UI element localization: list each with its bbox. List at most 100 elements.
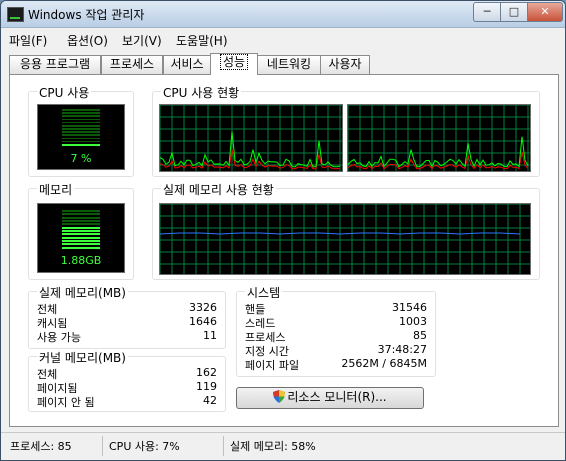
cpu-usage-value: 7 % xyxy=(70,152,92,165)
cpu-history-graph-core1 xyxy=(159,104,343,172)
cpu-meter-bars xyxy=(62,109,100,147)
system-handles-value: 31546 xyxy=(392,301,427,314)
system-label: 시스템 xyxy=(245,284,283,301)
kernel-memory-paged-label: 페이지됨 xyxy=(37,382,78,395)
meter-segment xyxy=(62,236,100,239)
physical-memory-cached-label: 캐시됨 xyxy=(37,317,68,330)
physical-memory-group: 실제 메모리(MB) 전체 3326 캐시됨 1646 사용 가능 11 xyxy=(28,284,226,349)
memory-history-group: 실제 메모리 사용 현황 xyxy=(152,181,540,280)
memory-group: 메모리 1.88GB xyxy=(28,181,134,280)
meter-segment xyxy=(62,243,100,246)
memory-label: 메모리 xyxy=(37,181,75,198)
memory-value: 1.88GB xyxy=(60,254,102,267)
resource-monitor-button-label: 리소스 모니터(R)... xyxy=(287,390,387,404)
meter-segment xyxy=(62,134,100,137)
memory-meter-bars xyxy=(62,210,100,250)
physical-memory-cached-value: 1646 xyxy=(189,315,217,328)
system-group: 시스템 핸들 31546 스레드 1003 프로세스 85 지정 시간 37:4… xyxy=(236,284,436,377)
physical-memory-total-label: 전체 xyxy=(37,303,58,316)
system-pagefile-value: 2562M / 6845M xyxy=(341,357,427,370)
maximize-button[interactable]: □ xyxy=(500,2,528,22)
tab-performance[interactable]: 성능 xyxy=(210,53,258,75)
meter-segment xyxy=(62,118,100,121)
resource-monitor-button[interactable]: 리소스 모니터(R)... xyxy=(236,387,424,409)
menu-file[interactable]: 파일(F) xyxy=(9,32,47,49)
meter-segment xyxy=(62,124,100,127)
system-processes-label: 프로세스 xyxy=(245,331,286,344)
task-manager-window: Windows 작업 관리자 ─ □ ✕ 파일(F) 옵션(O) 보기(V) 도… xyxy=(0,0,566,461)
tab-users[interactable]: 사용자 xyxy=(320,55,370,74)
kernel-memory-total-label: 전체 xyxy=(37,368,58,381)
physical-memory-total-value: 3326 xyxy=(189,301,217,314)
cpu-usage-label: CPU 사용 xyxy=(37,84,92,101)
title-bar[interactable]: Windows 작업 관리자 ─ □ ✕ xyxy=(1,1,565,28)
cpu-history-graph-core2 xyxy=(347,104,531,172)
meter-segment xyxy=(62,213,100,216)
tab-networking[interactable]: 네트워킹 xyxy=(257,55,321,74)
meter-segment xyxy=(62,230,100,232)
status-memory: 실제 메모리: 58% xyxy=(230,440,316,453)
tab-performance-label: 성능 xyxy=(219,54,249,70)
physical-memory-available-value: 11 xyxy=(203,329,217,342)
meter-segment xyxy=(62,109,100,111)
meter-segment xyxy=(62,223,100,226)
kernel-memory-paged-value: 119 xyxy=(196,380,217,393)
system-processes-value: 85 xyxy=(413,329,427,342)
cpu-usage-meter: 7 % xyxy=(37,104,125,170)
tab-applications[interactable]: 응용 프로그램 xyxy=(9,55,101,74)
menu-bar: 파일(F) 옵션(O) 보기(V) 도움말(H) xyxy=(1,28,565,50)
meter-segment xyxy=(62,210,100,212)
meter-segment xyxy=(62,112,100,114)
meter-segment xyxy=(62,137,100,140)
meter-segment xyxy=(62,115,100,118)
kernel-memory-total-value: 162 xyxy=(196,366,217,379)
status-processes: 프로세스: 85 xyxy=(10,440,72,453)
system-threads-label: 스레드 xyxy=(245,317,276,330)
menu-options[interactable]: 옵션(O) xyxy=(67,32,108,49)
menu-help[interactable]: 도움말(H) xyxy=(176,32,228,49)
status-cpu: CPU 사용: 7% xyxy=(109,440,180,453)
status-divider xyxy=(223,436,224,456)
meter-segment xyxy=(62,131,100,133)
kernel-memory-nonpaged-value: 42 xyxy=(203,394,217,407)
system-handles-label: 핸들 xyxy=(245,303,266,316)
cpu-history-label: CPU 사용 현황 xyxy=(161,84,242,101)
close-button[interactable]: ✕ xyxy=(527,2,563,22)
meter-segment xyxy=(62,226,100,229)
tab-strip: 응용 프로그램 프로세스 서비스 성능 네트워킹 사용자 xyxy=(9,53,559,75)
meter-segment xyxy=(62,240,100,242)
task-manager-icon xyxy=(7,7,24,22)
kernel-time-line xyxy=(348,151,529,170)
kernel-memory-label: 커널 메모리(MB) xyxy=(37,349,128,366)
tab-processes[interactable]: 프로세스 xyxy=(101,55,163,74)
system-uptime-value: 37:48:27 xyxy=(377,343,427,356)
meter-segment xyxy=(62,220,100,222)
system-threads-value: 1003 xyxy=(399,315,427,328)
tab-services[interactable]: 서비스 xyxy=(163,55,211,74)
window-title: Windows 작업 관리자 xyxy=(28,8,145,22)
meter-segment xyxy=(62,216,100,219)
kernel-memory-group: 커널 메모리(MB) 전체 162 페이지됨 119 페이지 안 됨 42 xyxy=(28,349,226,412)
cpu-usage-group: CPU 사용 7 % xyxy=(28,84,134,177)
memory-history-label: 실제 메모리 사용 현황 xyxy=(161,181,276,198)
meter-segment xyxy=(62,128,100,130)
meter-segment xyxy=(62,143,100,146)
physical-memory-label: 실제 메모리(MB) xyxy=(37,284,128,301)
memory-history-graph xyxy=(159,203,531,275)
performance-panel: CPU 사용 7 % CPU 사용 현황 메모리 1.88GB 실제 메모리 사… xyxy=(9,74,559,427)
menu-view[interactable]: 보기(V) xyxy=(122,32,162,49)
status-divider xyxy=(102,436,103,456)
cpu-usage-line xyxy=(160,131,341,168)
minimize-button[interactable]: ─ xyxy=(473,2,501,22)
meter-segment xyxy=(62,140,100,143)
meter-segment xyxy=(62,233,100,236)
meter-segment xyxy=(62,246,100,249)
memory-meter: 1.88GB xyxy=(37,203,125,273)
system-pagefile-label: 페이지 파일 xyxy=(245,359,300,372)
cpu-history-group: CPU 사용 현황 xyxy=(152,84,540,177)
system-uptime-label: 지정 시간 xyxy=(245,345,289,358)
physical-memory-available-label: 사용 가능 xyxy=(37,331,81,344)
shield-icon xyxy=(273,390,286,403)
status-bar: 프로세스: 85 CPU 사용: 7% 실제 메모리: 58% xyxy=(1,432,565,460)
kernel-memory-nonpaged-label: 페이지 안 됨 xyxy=(37,396,95,409)
